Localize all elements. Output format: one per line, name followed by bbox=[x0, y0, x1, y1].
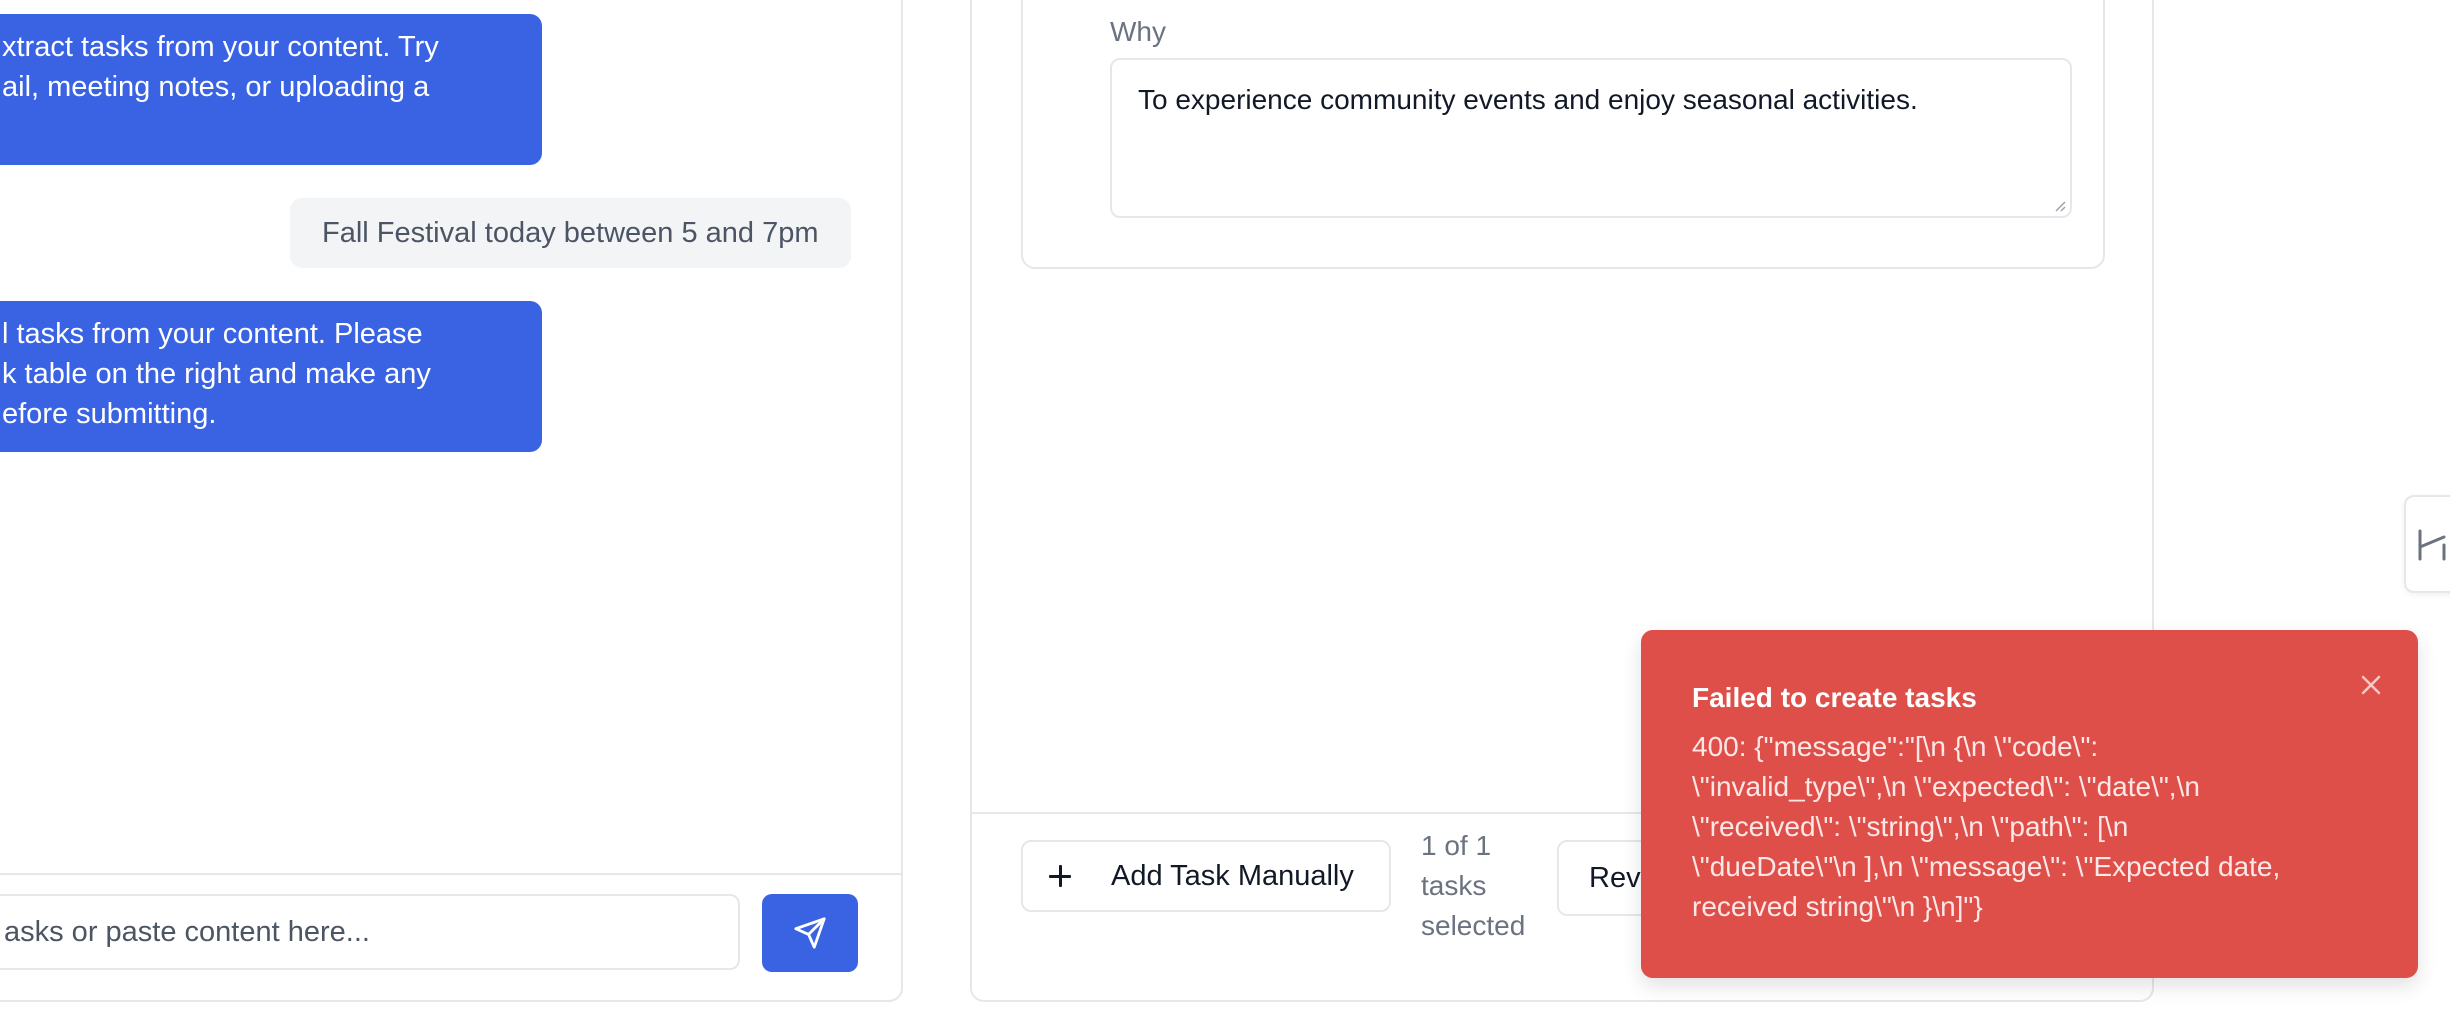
selection-count: 1 of 1 tasks selected bbox=[1421, 826, 1551, 946]
selection-line: 1 of 1 bbox=[1421, 830, 1492, 861]
chat-input-placeholder: asks or paste content here... bbox=[4, 915, 370, 948]
message-line: xtract tasks from your content. Try bbox=[2, 31, 439, 63]
close-icon[interactable] bbox=[2356, 670, 2386, 700]
resize-grip-icon[interactable] bbox=[2052, 198, 2066, 212]
add-task-manually-button[interactable]: Add Task Manually bbox=[1021, 840, 1391, 912]
side-drawer-tab[interactable] bbox=[2404, 495, 2450, 593]
assistant-message: xtract tasks from your content. Try ail,… bbox=[0, 14, 542, 165]
assistant-message: l tasks from your content. Please k tabl… bbox=[0, 301, 542, 452]
message-line: ail, meeting notes, or uploading a bbox=[2, 71, 430, 103]
chat-input[interactable]: asks or paste content here... bbox=[0, 894, 740, 970]
selection-line: tasks bbox=[1421, 870, 1487, 901]
drag-handle-icon bbox=[2418, 529, 2446, 561]
toast-message-line: \"received\": \"string\",\n \"path\": [\… bbox=[1692, 811, 2129, 842]
error-toast: Failed to create tasks 400: {"message":"… bbox=[1641, 630, 2418, 978]
message-line: k table on the right and make any bbox=[2, 358, 431, 390]
message-line: efore submitting. bbox=[2, 398, 217, 430]
why-textarea[interactable]: To experience community events and enjoy… bbox=[1110, 58, 2072, 218]
task-card: Why To experience community events and e… bbox=[1021, 0, 2105, 269]
toast-title: Failed to create tasks bbox=[1692, 682, 1977, 713]
why-label: Why bbox=[1110, 16, 1166, 47]
review-label: Revi bbox=[1589, 861, 1648, 894]
toast-message-line: \"invalid_type\",\n \"expected\": \"date… bbox=[1692, 771, 2200, 802]
toast-message-line: 400: {"message":"[\n {\n \"code\": bbox=[1692, 731, 2099, 762]
selection-line: selected bbox=[1421, 910, 1526, 941]
plus-icon bbox=[1049, 865, 1071, 887]
chat-input-bar: asks or paste content here... bbox=[0, 873, 901, 1000]
toast-message: 400: {"message":"[\n {\n \"code\": \"inv… bbox=[1692, 727, 2392, 927]
message-line: l tasks from your content. Please bbox=[2, 318, 423, 350]
toast-message-line: received string\"\n }\n]"} bbox=[1692, 891, 1983, 922]
add-task-label: Add Task Manually bbox=[1111, 859, 1354, 892]
toast-message-line: \"dueDate\"\n ],\n \"message\": \"Expect… bbox=[1692, 851, 2281, 882]
send-button[interactable] bbox=[762, 894, 858, 972]
user-message: Fall Festival today between 5 and 7pm bbox=[290, 198, 851, 268]
chat-panel: xtract tasks from your content. Try ail,… bbox=[0, 0, 903, 1002]
send-icon bbox=[794, 917, 826, 949]
why-value: To experience community events and enjoy… bbox=[1138, 84, 1918, 115]
